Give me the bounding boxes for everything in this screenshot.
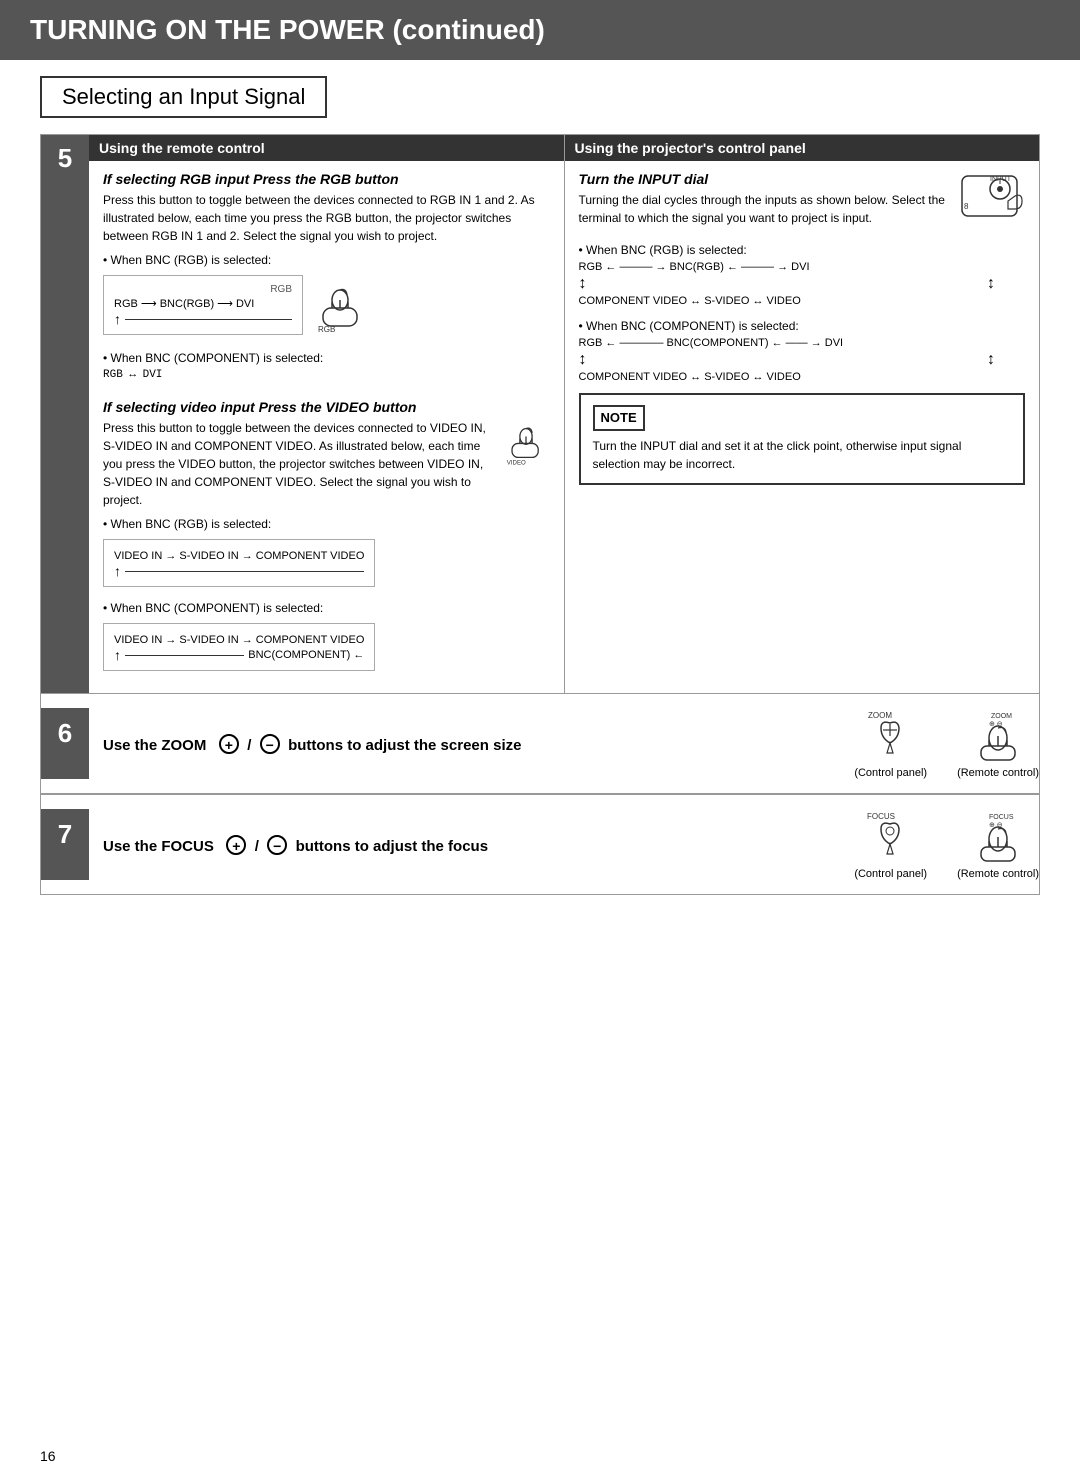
focus-plus-icon: + [226, 835, 246, 855]
vert-arrow-2: ↕ [987, 275, 995, 293]
left-col-header: Using the remote control [89, 135, 564, 161]
bnc-comp-label-left: • When BNC (COMPONENT) is selected: [103, 351, 550, 365]
up-arrow: ↑ [114, 312, 121, 326]
svg-text:RGB: RGB [318, 325, 335, 334]
right-bnc-rgb-line2: COMPONENT VIDEO ↔ S-VIDEO ↔ VIDEO [579, 295, 1026, 307]
rgb-flow-line: RGB ⟶ BNC(RGB) ⟶ DVI [114, 297, 292, 310]
vert-arrow-1: ↕ [579, 275, 587, 293]
step-7-control-label: (Control panel) [854, 868, 927, 880]
video-bnc-comp-diagram: VIDEO IN → S-VIDEO IN → COMPONENT VIDEO … [103, 623, 375, 671]
step-7-icons: FOCUS (Control panel) FOCUS ⊕ ⊖ [854, 809, 1039, 880]
step-6-text: Use the ZOOM + / − buttons to adjust the… [103, 734, 840, 754]
section-title: Selecting an Input Signal [40, 76, 327, 118]
bnc-comp-flow: RGB ↔ DVI [103, 369, 550, 381]
step-6-row: 6 Use the ZOOM + / − buttons to adjust t… [40, 694, 1040, 794]
step-7-row: 7 Use the FOCUS + / − buttons to adjust … [40, 794, 1040, 895]
step-7-control-panel-icon: FOCUS (Control panel) [854, 809, 927, 880]
svg-text:INPUT: INPUT [990, 176, 1012, 183]
page-header: TURNING ON THE POWER (continued) [0, 0, 1080, 60]
step-5-content: Using the remote control If selecting RG… [89, 135, 1039, 693]
video-heading: If selecting video input Press the VIDEO… [103, 399, 550, 415]
step-7-text: Use the FOCUS + / − buttons to adjust th… [103, 835, 840, 855]
right-bnc-rgb-line1: RGB ← ——— → BNC(RGB) ← ——— → DVI [579, 261, 1026, 273]
rgb-heading: If selecting RGB input Press the RGB but… [103, 171, 550, 187]
video-up-arrow: ↑ [114, 564, 121, 578]
focus-remote-icon: FOCUS ⊕ ⊖ [971, 809, 1026, 864]
svg-text:ZOOM: ZOOM [868, 711, 892, 720]
rgb-body: Press this button to toggle between the … [103, 191, 550, 245]
rgb-hand-icon: RGB [313, 280, 368, 335]
focus-control-icon: FOCUS [863, 809, 918, 864]
step-5-row: 5 Using the remote control If selecting … [40, 134, 1040, 694]
zoom-plus-icon: + [219, 734, 239, 754]
step-7-remote-label: (Remote control) [957, 868, 1039, 880]
page-number: 16 [40, 1448, 56, 1464]
step-6-control-label: (Control panel) [854, 767, 927, 779]
zoom-remote-icon: ZOOM ⊕ ⊖ [971, 708, 1026, 763]
bnc-rgb-label: • When BNC (RGB) is selected: [103, 253, 550, 267]
svg-text:FOCUS: FOCUS [867, 812, 895, 821]
step-6-remote-icon: ZOOM ⊕ ⊖ (Remote control) [957, 708, 1039, 779]
focus-minus-icon: − [267, 835, 287, 855]
step-6-content: Use the ZOOM + / − buttons to adjust the… [89, 734, 854, 754]
video-body: Press this button to toggle between the … [103, 419, 494, 509]
vert-arrow-3: ↕ [579, 351, 587, 369]
step-7-number: 7 [41, 809, 89, 880]
step-6-number: 6 [41, 708, 89, 779]
right-bnc-comp-line2: COMPONENT VIDEO ↔ S-VIDEO ↔ VIDEO [579, 371, 1026, 383]
svg-text:8: 8 [964, 202, 969, 211]
step-7-remote-icon: FOCUS ⊕ ⊖ (Remote control) [957, 809, 1039, 880]
right-bnc-comp-line1: RGB ← ———— BNC(COMPONENT) ← —— → DVI [579, 337, 1026, 349]
step-7-content: Use the FOCUS + / − buttons to adjust th… [89, 835, 854, 855]
right-bnc-comp-label: • When BNC (COMPONENT) is selected: [579, 319, 1026, 333]
video-bnc-comp-label: • When BNC (COMPONENT) is selected: [103, 601, 550, 615]
rgb-flow-diagram: RGB RGB ⟶ BNC(RGB) ⟶ DVI ↑ [103, 275, 303, 335]
header-title: TURNING ON THE POWER (continued) [30, 14, 545, 45]
step-6-control-panel-icon: ZOOM (Control panel) [854, 708, 927, 779]
svg-text:ZOOM: ZOOM [991, 713, 1012, 720]
video-bnc-rgb-label: • When BNC (RGB) is selected: [103, 517, 550, 531]
page-wrapper: TURNING ON THE POWER (continued) Selecti… [0, 0, 1080, 1484]
dial-body: Turning the dial cycles through the inpu… [579, 191, 951, 227]
vert-arrow-4: ↕ [987, 351, 995, 369]
right-bnc-rgb-label: • When BNC (RGB) is selected: [579, 243, 1026, 257]
note-label: NOTE [593, 405, 645, 431]
right-col-header: Using the projector's control panel [565, 135, 1040, 161]
zoom-minus-icon: − [260, 734, 280, 754]
note-text: Turn the INPUT dial and set it at the cl… [593, 437, 1012, 473]
video-comp-up-arrow: ↑ [114, 648, 121, 662]
step-6-icons: ZOOM (Control panel) ZOOM ⊕ ⊖ [854, 708, 1039, 779]
video-hand-icon: VIDEO [502, 419, 550, 467]
note-box: NOTE Turn the INPUT dial and set it at t… [579, 393, 1026, 485]
step-5-left-col: Using the remote control If selecting RG… [89, 135, 565, 693]
step-5-right-col: Using the projector's control panel Turn… [565, 135, 1040, 693]
svg-text:FOCUS: FOCUS [989, 814, 1014, 821]
step-6-remote-label: (Remote control) [957, 767, 1039, 779]
dial-heading: Turn the INPUT dial [579, 171, 951, 187]
step-5-number: 5 [41, 135, 89, 693]
projector-dial-icon: INPUT 8 [960, 171, 1025, 226]
svg-text:VIDEO: VIDEO [506, 459, 525, 466]
video-bnc-rgb-diagram: VIDEO IN → S-VIDEO IN → COMPONENT VIDEO … [103, 539, 375, 587]
zoom-control-icon: ZOOM [863, 708, 918, 763]
